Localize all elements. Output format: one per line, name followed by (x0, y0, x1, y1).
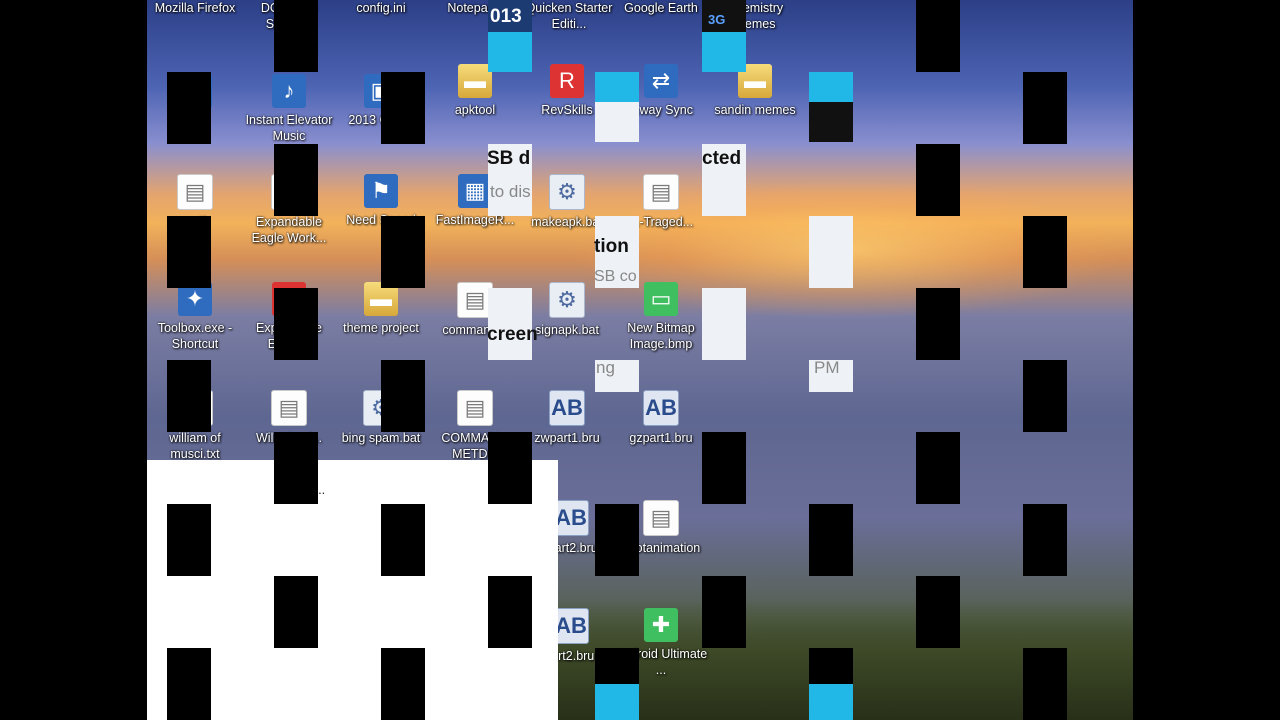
mask-block (1023, 504, 1067, 576)
tile-cyan-b (702, 32, 746, 72)
mask-block (381, 648, 425, 720)
usb-header-2: cted (702, 148, 742, 169)
desktop-icon-label: New Bitmap Image.bmp (627, 321, 695, 351)
mask-block (167, 504, 211, 576)
desktop-icon-label: Quicken Starter Editi... (525, 1, 613, 31)
mask-block (809, 648, 853, 684)
tile-cyan-d (809, 72, 853, 102)
mask-block (595, 648, 639, 684)
mask-block (274, 288, 318, 360)
bru-icon: AB (553, 500, 589, 536)
mask-block (274, 576, 318, 648)
desktop-icon-label: gzpart1.bru (629, 431, 693, 445)
bru-icon: AB (643, 390, 679, 426)
mask-block (702, 576, 746, 648)
status-ing: ng (596, 358, 615, 377)
mask-block (167, 216, 211, 288)
desktop-icon-label: zwpart1.bru (534, 431, 600, 445)
folder-icon: ▬ (458, 64, 492, 98)
desktop-icon-label: Instant Elevator Music (245, 113, 333, 143)
file-icon: ▤ (643, 174, 679, 210)
mask-block (702, 432, 746, 504)
desktop-icon-label: Mozilla Firefox (154, 1, 236, 15)
mask-block (1023, 216, 1067, 288)
music-icon: ♪ (272, 74, 306, 108)
desktop-icon-label: william of musci.txt (169, 431, 221, 461)
mask-block (1023, 72, 1067, 144)
tile-white-b (809, 216, 853, 288)
mask-block (595, 504, 639, 576)
usb-header: SB d (487, 148, 531, 169)
tile-white-c (702, 288, 746, 360)
bru-icon: AB (549, 390, 585, 426)
desktop-icon-label: theme project (343, 321, 419, 335)
mask-block (916, 288, 960, 360)
screen-label: creen (487, 324, 538, 345)
bitmap-icon: ▭ (644, 282, 678, 316)
mask-block (1023, 360, 1067, 432)
image-icon: ▦ (458, 174, 492, 208)
document-icon: ▤ (271, 390, 307, 426)
mask-block (809, 504, 853, 576)
mask-block (381, 216, 425, 288)
tile-cyan-e (595, 684, 639, 720)
game-icon: ⚑ (364, 174, 398, 208)
desktop-icon-label: sandin memes (714, 103, 796, 117)
mask-block (916, 576, 960, 648)
mask-block (381, 72, 425, 144)
tile-cyan-a (488, 32, 532, 72)
mask-block (274, 144, 318, 216)
usb-sub-2: SB co (594, 268, 637, 285)
mask-block (167, 72, 211, 144)
tile-dark-a (809, 102, 853, 142)
desktop-icon-label: config.ini (356, 1, 406, 15)
year-label: 013 (490, 6, 522, 27)
file-icon: ▤ (643, 500, 679, 536)
android-icon: ✚ (644, 608, 678, 642)
file-icon: ▤ (177, 174, 213, 210)
mask-block (167, 648, 211, 720)
tile-cyan-c (595, 72, 639, 102)
mask-block (381, 504, 425, 576)
section-label: tion (594, 236, 629, 257)
desktop-icon-gzpart1[interactable]: AB gzpart1.bru (613, 390, 709, 498)
mask-block (916, 0, 960, 72)
mask-block (274, 0, 318, 72)
desktop-icon-label: Toolbox.exe - Shortcut (157, 321, 233, 351)
usb-sub: to dis (490, 182, 531, 201)
mask-block (1023, 648, 1067, 720)
file-icon: ▤ (457, 390, 493, 426)
mask-block (274, 432, 318, 504)
mask-block (916, 144, 960, 216)
sync-icon: ⇄ (644, 64, 678, 98)
desktop-icon-label: bing spam.bat (341, 431, 421, 445)
desktop-icon-label: Google Earth (624, 1, 698, 15)
time-pm: PM (814, 358, 840, 377)
desktop-icon-label: apktool (454, 103, 496, 117)
mask-block (167, 360, 211, 432)
mask-block (381, 360, 425, 432)
mask-block (488, 576, 532, 648)
tile-white-a (595, 102, 639, 142)
desktop-icon-label: Expandable Eagle Work... (251, 215, 327, 245)
revskills-icon: R (550, 64, 584, 98)
tile-cyan-f (809, 684, 853, 720)
bat-icon: ⚙ (549, 282, 585, 318)
signal-label: 3G (708, 12, 726, 27)
mask-block (488, 432, 532, 504)
bru-icon: AB (553, 608, 589, 644)
mask-block (916, 432, 960, 504)
bat-icon: ⚙ (549, 174, 585, 210)
